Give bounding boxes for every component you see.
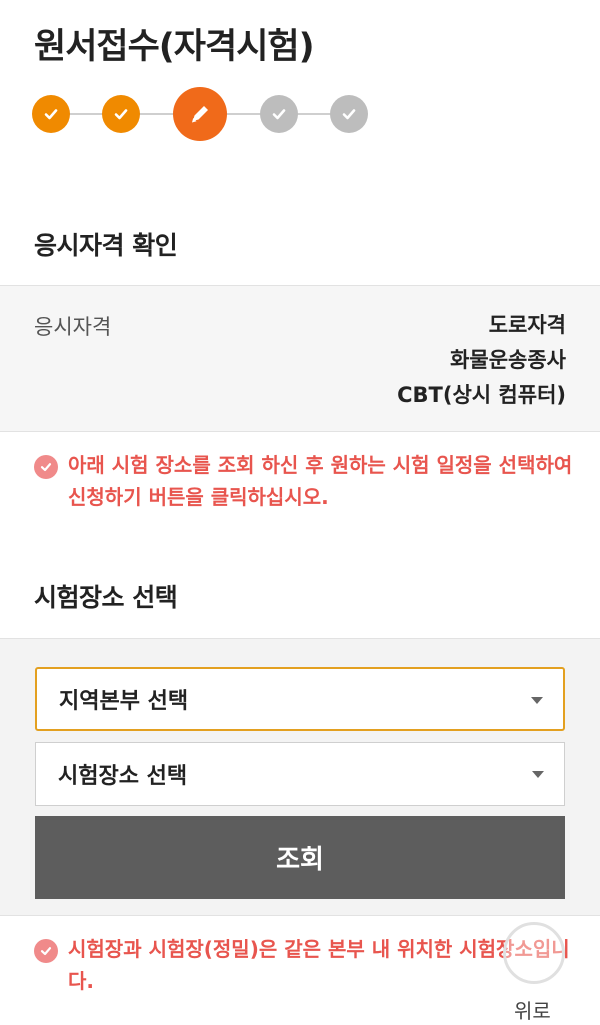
- qualification-box: 응시자격 도로자격 화물운송종사 CBT(상시 컴퓨터): [0, 285, 600, 432]
- step-4-todo: [260, 95, 298, 133]
- step-5-todo: [330, 95, 368, 133]
- step-1-done: [32, 95, 70, 133]
- venue-select[interactable]: 시험장소 선택: [35, 742, 565, 806]
- chevron-down-icon: [531, 697, 543, 704]
- region-select-value: 지역본부 선택: [59, 689, 189, 714]
- region-select[interactable]: 지역본부 선택: [35, 667, 565, 731]
- chevron-down-icon: [532, 771, 544, 778]
- scroll-top-button[interactable]: [503, 922, 565, 984]
- qualification-section-title: 응시자격 확인: [34, 231, 178, 260]
- qualification-values: 도로자격 화물운송종사 CBT(상시 컴퓨터): [397, 308, 566, 413]
- progress-stepper: [32, 87, 372, 141]
- notice-check-icon: [34, 455, 58, 479]
- schedule-notice: 아래 시험 장소를 조회 하신 후 원하는 시험 일정을 선택하여 신청하기 버…: [34, 449, 574, 519]
- step-2-done: [102, 95, 140, 133]
- search-button[interactable]: 조회: [35, 816, 565, 899]
- venue-select-panel: 지역본부 선택 시험장소 선택 조회: [0, 638, 600, 916]
- check-icon: [114, 109, 128, 120]
- venue-select-value: 시험장소 선택: [58, 764, 188, 789]
- check-icon: [342, 109, 356, 120]
- venue-section-title: 시험장소 선택: [34, 583, 178, 612]
- qualification-value-3: CBT(상시 컴퓨터): [397, 383, 566, 407]
- qualification-label: 응시자격: [34, 315, 112, 339]
- scroll-top-label[interactable]: 위로: [514, 995, 551, 1024]
- check-icon: [44, 109, 58, 120]
- venue-notice: 시험장과 시험장(정밀)은 같은 본부 내 위치한 시험장소입니다.: [34, 933, 574, 1003]
- qualification-value-1: 도로자격: [488, 313, 566, 337]
- check-icon: [272, 109, 286, 120]
- pencil-icon: [192, 106, 208, 123]
- schedule-notice-text: 아래 시험 장소를 조회 하신 후 원하는 시험 일정을 선택하여 신청하기 버…: [68, 453, 573, 509]
- page-title: 원서접수(자격시험): [34, 27, 315, 67]
- qualification-value-2: 화물운송종사: [450, 348, 566, 372]
- step-3-current: [173, 87, 227, 141]
- notice-check-icon: [34, 939, 58, 963]
